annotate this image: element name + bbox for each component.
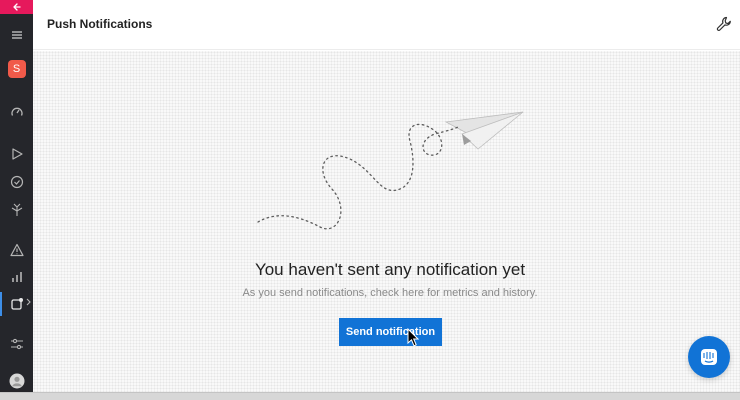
sidebar-item-errors[interactable]: [0, 239, 33, 261]
wrench-icon: [716, 16, 731, 31]
sidebar-item-settings[interactable]: [0, 333, 33, 355]
sidebar-item-checks[interactable]: [0, 171, 33, 193]
chevron-right-icon: [26, 298, 31, 306]
page-title: Push Notifications: [47, 17, 153, 31]
play-icon: [11, 148, 23, 160]
user-avatar-icon: [9, 373, 24, 389]
paper-plane-icon: [444, 111, 524, 150]
send-notification-button[interactable]: Send notification: [339, 318, 442, 346]
back-button[interactable]: [0, 0, 33, 14]
support-chat-button[interactable]: [688, 336, 730, 378]
settings-button[interactable]: [715, 15, 733, 33]
workspace-avatar-button[interactable]: S: [0, 58, 33, 80]
check-circle-icon: [10, 175, 23, 189]
menu-button[interactable]: [0, 24, 33, 46]
back-arrow-icon: [12, 3, 21, 11]
bar-chart-icon: [11, 272, 22, 282]
notification-icon: [10, 298, 23, 310]
sidebar-item-analytics[interactable]: [0, 266, 33, 288]
workspace-avatar: S: [7, 60, 26, 78]
paper-plane-illustration: [257, 111, 524, 230]
menu-icon: [11, 31, 22, 39]
flight-path: [257, 123, 461, 230]
sidebar-item-run[interactable]: [0, 143, 33, 165]
dashboard-gauge-icon: [10, 107, 23, 116]
chat-icon: [701, 349, 717, 365]
sidebar-item-dashboard[interactable]: [0, 101, 33, 123]
main-content: You haven't sent any notification yet As…: [33, 51, 740, 392]
branch-arrows-icon: [11, 203, 22, 216]
sliders-icon: [10, 338, 23, 350]
mouse-cursor-icon: [407, 328, 420, 347]
sidebar-item-branches[interactable]: [0, 199, 33, 221]
app-window: S Push Notifications You haven't sent an…: [0, 0, 740, 400]
user-profile-button[interactable]: [0, 370, 33, 392]
empty-state-title: You haven't sent any notification yet: [254, 260, 526, 279]
horizontal-scrollbar[interactable]: [0, 392, 740, 400]
sidebar: S: [0, 0, 33, 392]
empty-state-subtitle: As you send notifications, check here fo…: [242, 287, 538, 299]
warning-icon: [9, 243, 24, 257]
page-header: Push Notifications: [33, 0, 740, 50]
